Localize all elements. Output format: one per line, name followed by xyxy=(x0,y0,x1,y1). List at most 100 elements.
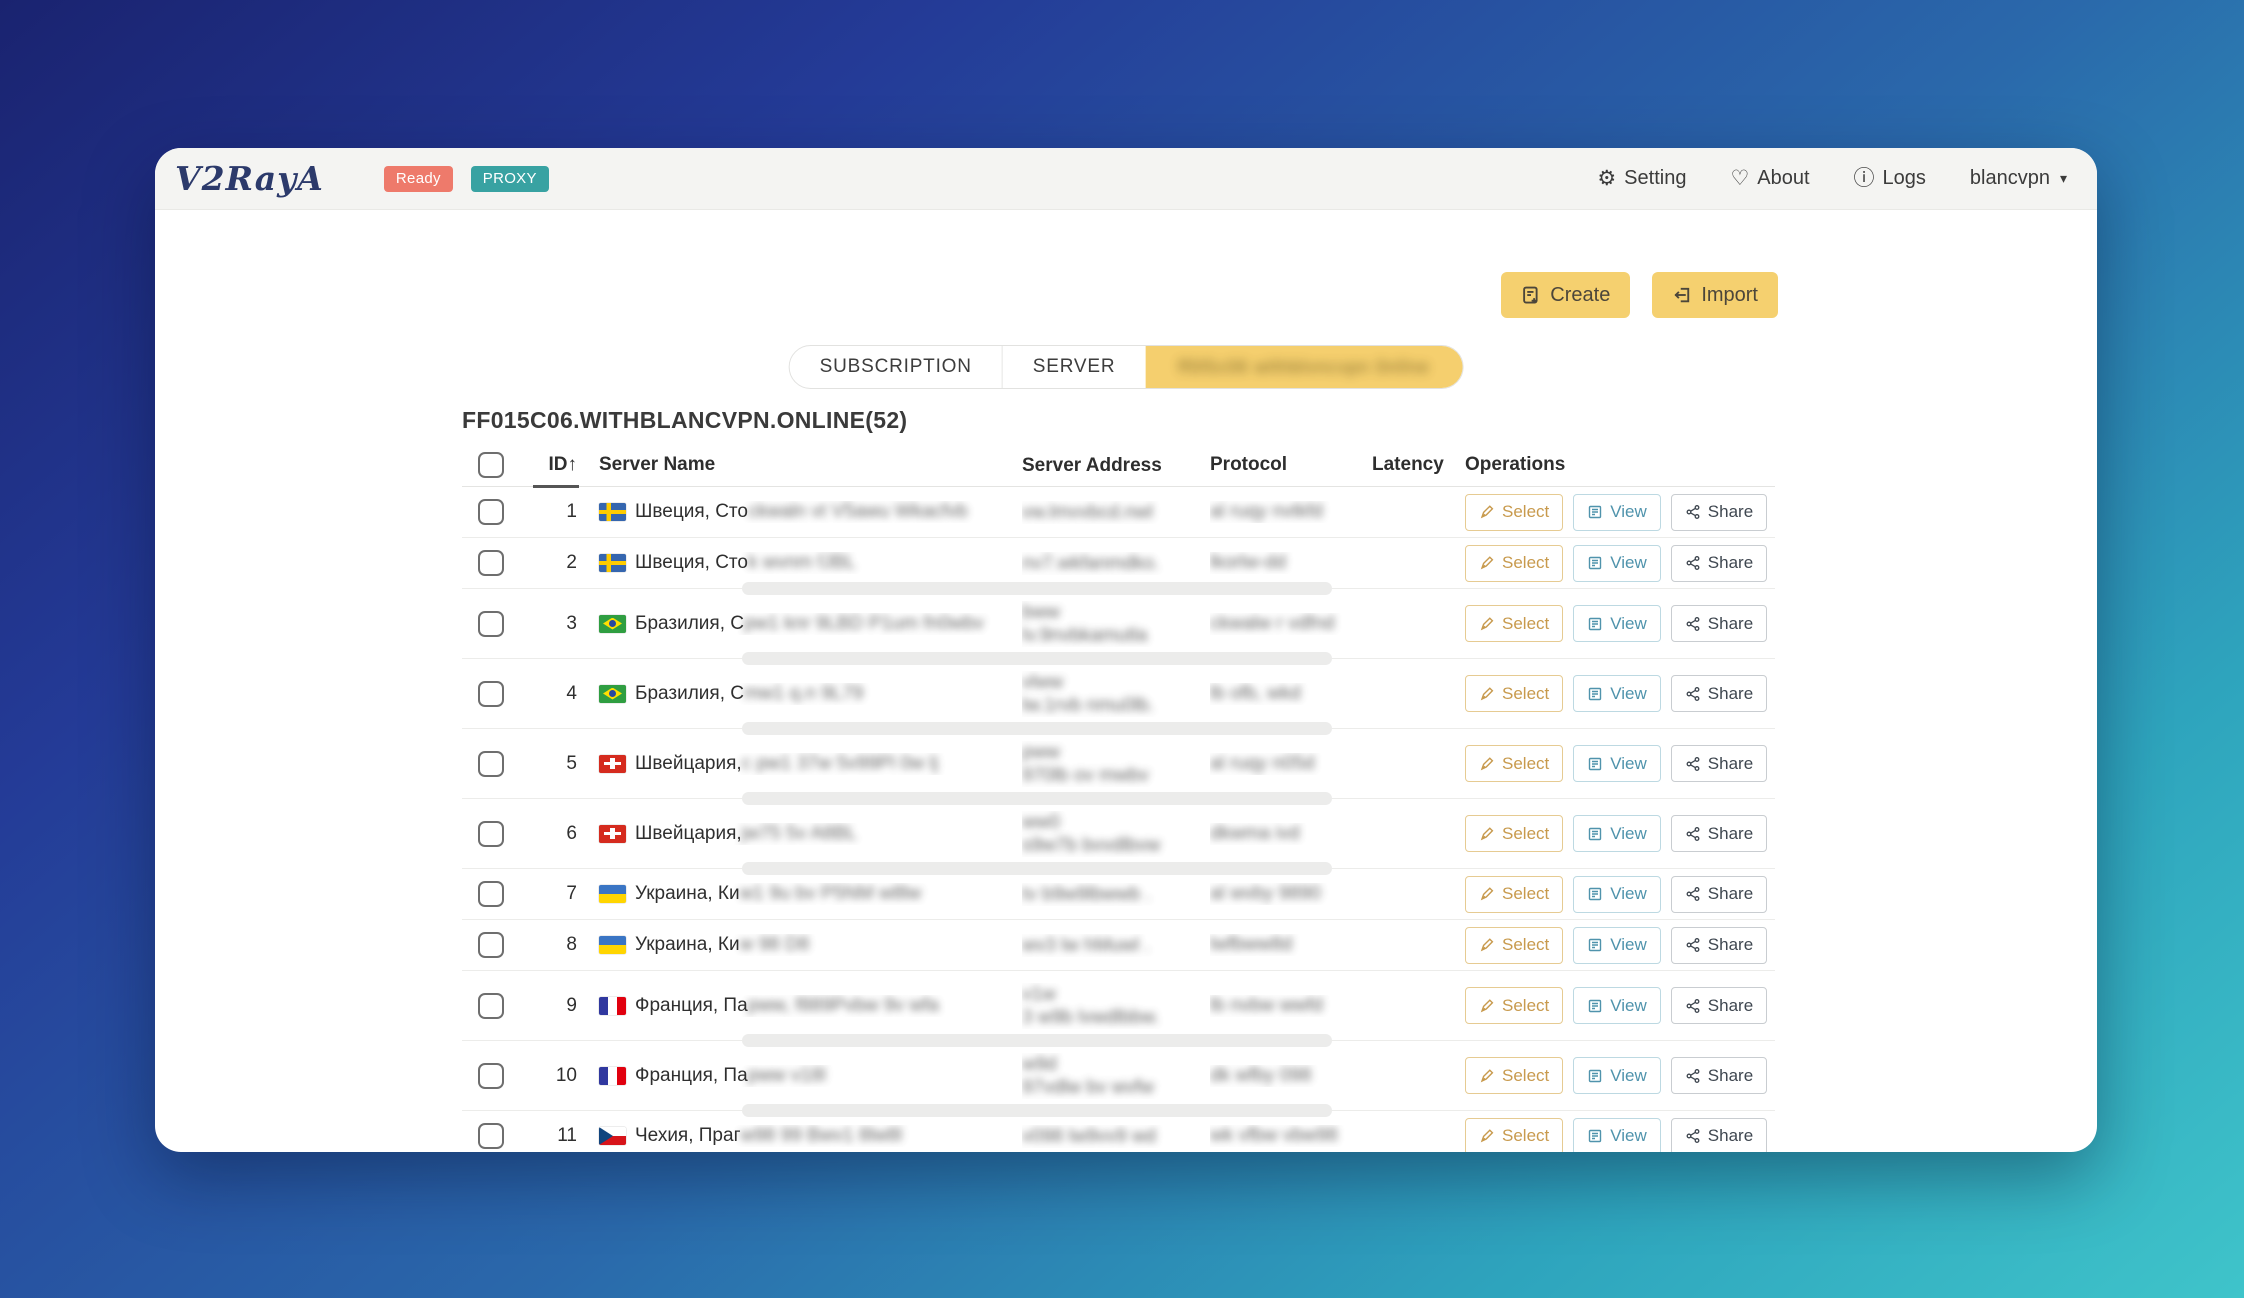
country-flag-icon xyxy=(599,755,626,773)
row-checkbox[interactable] xyxy=(478,751,504,777)
pen-icon xyxy=(1479,616,1495,632)
select-button[interactable]: Select xyxy=(1465,1057,1563,1094)
protocol-cell: lb ofb, wkd xyxy=(1210,683,1372,705)
select-button[interactable]: Select xyxy=(1465,494,1563,531)
row-checkbox[interactable] xyxy=(478,611,504,637)
row-checkbox[interactable] xyxy=(478,499,504,525)
document-icon xyxy=(1587,616,1603,632)
country-flag-icon xyxy=(599,936,626,954)
redacted-tab-label: ff0l5c06 wlthblvncvpn 0nllne xyxy=(1178,357,1430,378)
country-flag-icon xyxy=(599,1067,626,1085)
share-button[interactable]: Share xyxy=(1671,987,1767,1024)
server-address-cell: pww970lb ov mwbv xyxy=(1022,741,1210,787)
toolbar-actions: Create Import xyxy=(1501,272,1778,318)
row-checkbox[interactable] xyxy=(478,881,504,907)
server-address-redacted: nv7.wkfanmdko. xyxy=(1022,552,1210,575)
row-checkbox[interactable] xyxy=(478,1123,504,1149)
document-icon xyxy=(1587,555,1603,571)
row-checkbox[interactable] xyxy=(478,550,504,576)
row-id: 1 xyxy=(517,501,579,523)
tab-subscription[interactable]: SUBSCRIPTION xyxy=(790,346,1002,388)
share-button[interactable]: Share xyxy=(1671,815,1767,852)
import-button[interactable]: Import xyxy=(1652,272,1778,318)
share-button[interactable]: Share xyxy=(1671,675,1767,712)
row-id: 8 xyxy=(517,934,579,956)
server-address-redacted: tv b9w9lbwwb . xyxy=(1022,883,1210,906)
view-button[interactable]: View xyxy=(1573,1118,1661,1153)
share-button[interactable]: Share xyxy=(1671,545,1767,582)
select-button[interactable]: Select xyxy=(1465,605,1563,642)
protocol-cell: lb nvbw wwfd xyxy=(1210,995,1372,1017)
operations-cell: Select View Share xyxy=(1465,1057,1775,1094)
share-button[interactable]: Share xyxy=(1671,605,1767,642)
about-label: About xyxy=(1757,167,1809,190)
row-checkbox[interactable] xyxy=(478,932,504,958)
document-icon xyxy=(1587,998,1603,1014)
select-button[interactable]: Select xyxy=(1465,927,1563,964)
create-button[interactable]: Create xyxy=(1501,272,1630,318)
select-button[interactable]: Select xyxy=(1465,987,1563,1024)
tab-server[interactable]: SERVER xyxy=(1002,346,1146,388)
view-button[interactable]: View xyxy=(1573,1057,1661,1094)
select-all-checkbox[interactable] xyxy=(478,452,504,478)
header-protocol: Protocol xyxy=(1210,454,1372,476)
server-address-cell: vw.lmvvbcd.nwl xyxy=(1022,501,1210,524)
operations-cell: Select View Share xyxy=(1465,675,1775,712)
row-checkbox[interactable] xyxy=(478,1063,504,1089)
view-button[interactable]: View xyxy=(1573,675,1661,712)
view-button[interactable]: View xyxy=(1573,494,1661,531)
nav-item-about[interactable]: ♡ About xyxy=(1730,167,1809,190)
view-button[interactable]: View xyxy=(1573,545,1661,582)
row-checkbox[interactable] xyxy=(478,821,504,847)
share-icon xyxy=(1685,998,1701,1014)
select-button[interactable]: Select xyxy=(1465,876,1563,913)
table-row: 5 Швейцария, c pw1 37w 5v99Pl 0w lj pww9… xyxy=(462,729,1775,799)
view-button[interactable]: View xyxy=(1573,605,1661,642)
row-checkbox[interactable] xyxy=(478,681,504,707)
share-button[interactable]: Share xyxy=(1671,927,1767,964)
top-bar: V2RayA Ready PROXY ⚙ Setting ♡ About ⓘ L… xyxy=(155,148,2097,210)
share-button[interactable]: Share xyxy=(1671,494,1767,531)
nav-item-setting[interactable]: ⚙ Setting xyxy=(1597,167,1686,190)
share-icon xyxy=(1685,937,1701,953)
user-menu[interactable]: blancvpn ▾ xyxy=(1970,167,2067,190)
country-flag-icon xyxy=(599,615,626,633)
share-button[interactable]: Share xyxy=(1671,1118,1767,1153)
server-name-redacted: w1 9u bv P5NM w8lw xyxy=(740,883,922,905)
header-id[interactable]: ID↑ xyxy=(517,454,579,476)
view-button[interactable]: View xyxy=(1573,987,1661,1024)
share-icon xyxy=(1685,756,1701,772)
server-address-redacted: 97vdlw bv wvfw xyxy=(1022,1076,1210,1099)
row-checkbox[interactable] xyxy=(478,993,504,1019)
select-button[interactable]: Select xyxy=(1465,1118,1563,1153)
select-button[interactable]: Select xyxy=(1465,545,1563,582)
share-icon xyxy=(1685,686,1701,702)
share-icon xyxy=(1685,616,1701,632)
table-row: 4 Бразилия, С mw1 q.n 9L79 vlwwlw.1rvb n… xyxy=(462,659,1775,729)
server-address-cell: tv b9w9lbwwb . xyxy=(1022,883,1210,906)
view-button[interactable]: View xyxy=(1573,927,1661,964)
server-name-cell: Франция, Па pww v18l xyxy=(579,1065,1022,1087)
server-name-redacted: jw75 5v A8BL xyxy=(742,823,857,845)
share-button[interactable]: Share xyxy=(1671,1057,1767,1094)
select-button[interactable]: Select xyxy=(1465,745,1563,782)
select-button[interactable]: Select xyxy=(1465,815,1563,852)
nav-item-logs[interactable]: ⓘ Logs xyxy=(1854,167,1926,190)
tab-active-subscription[interactable]: ff0l5c06 wlthblvncvpn 0nllne xyxy=(1145,346,1462,388)
proxy-mode-badge[interactable]: PROXY xyxy=(471,166,549,192)
protocol-cell: dkwma ivd xyxy=(1210,823,1372,845)
view-button[interactable]: View xyxy=(1573,815,1661,852)
view-button[interactable]: View xyxy=(1573,745,1661,782)
select-button[interactable]: Select xyxy=(1465,675,1563,712)
server-address-cell: bwwlv.9nvbkamutla xyxy=(1022,601,1210,647)
server-name-cell: Швеция, Сто k wvnm fJBL xyxy=(579,552,1022,574)
row-id: 6 xyxy=(517,823,579,845)
share-button[interactable]: Share xyxy=(1671,745,1767,782)
pen-icon xyxy=(1479,756,1495,772)
server-address-redacted: 970lb ov mwbv xyxy=(1022,764,1210,787)
share-button[interactable]: Share xyxy=(1671,876,1767,913)
row-id: 3 xyxy=(517,613,579,635)
top-nav: ⚙ Setting ♡ About ⓘ Logs blancvpn ▾ xyxy=(1597,167,2067,190)
table-row: 11 Чехия, Праг w98 99 Bwv1 8lw8l v098 lw… xyxy=(462,1111,1775,1152)
view-button[interactable]: View xyxy=(1573,876,1661,913)
